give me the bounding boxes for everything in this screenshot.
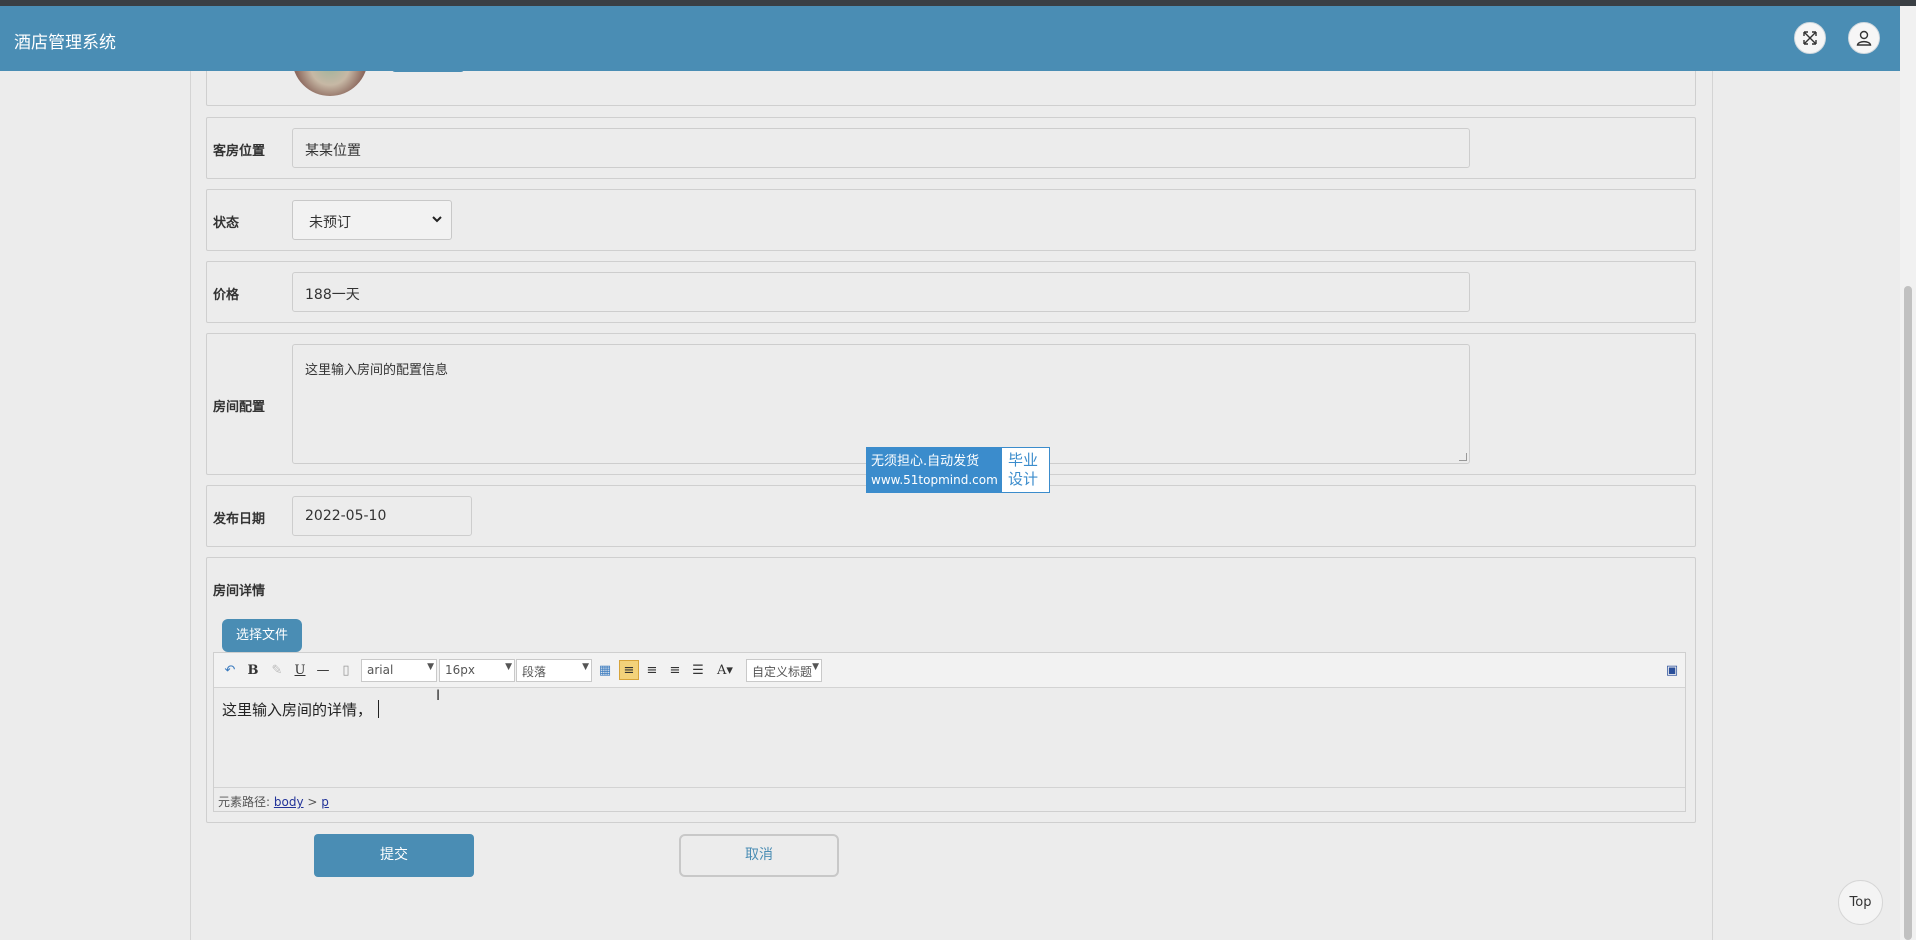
preview-icon[interactable]: ▣ — [1664, 660, 1680, 680]
caret-down-icon: ▼ — [812, 662, 819, 672]
location-label: 客房位置 — [213, 144, 266, 159]
app-header: 酒店管理系统 — [0, 6, 1900, 71]
watermark-line2: www.51topmind.com — [871, 473, 998, 487]
undo-icon[interactable]: ↶ — [222, 660, 238, 680]
cancel-button[interactable]: 取消 — [679, 834, 839, 877]
price-row: 价格 188一天 — [206, 261, 1696, 323]
align-left-icon[interactable]: ≡ — [619, 660, 639, 680]
watermark-right: 毕业 设计 — [1002, 448, 1049, 492]
back-to-top-button[interactable]: Top — [1838, 880, 1883, 925]
status-row: 状态 未预订 — [206, 189, 1696, 251]
font-color-icon[interactable]: A▾ — [713, 660, 737, 680]
date-input[interactable]: 2022-05-10 — [292, 496, 472, 536]
document-icon[interactable]: ▯ — [338, 660, 354, 680]
custom-title-value: 自定义标题 — [752, 665, 813, 679]
details-label: 房间详情 — [213, 584, 266, 599]
rich-text-editor: ↶ B ✎ U — ▯ arial ▼ 16px ▼ 段落 ▼ ▦ ≡ ≡ ≡ … — [213, 652, 1686, 812]
editor-toolbar: ↶ B ✎ U — ▯ arial ▼ 16px ▼ 段落 ▼ ▦ ≡ ≡ ≡ … — [214, 653, 1685, 688]
date-row: 发布日期 2022-05-10 — [206, 485, 1696, 547]
font-size-select[interactable]: 16px ▼ — [439, 659, 515, 682]
caret-down-icon: ▼ — [505, 662, 512, 672]
choose-file-button[interactable]: 选择文件 — [222, 619, 302, 652]
font-size-value: 16px — [445, 663, 475, 677]
align-justify-icon[interactable]: ☰ — [690, 660, 706, 680]
align-center-icon[interactable]: ≡ — [667, 660, 683, 680]
user-icon — [1856, 30, 1872, 46]
config-text: 这里输入房间的配置信息 — [305, 363, 449, 378]
font-family-value: arial — [367, 663, 394, 677]
page-scrollbar[interactable] — [1900, 6, 1916, 940]
scrollbar-thumb[interactable] — [1904, 286, 1912, 940]
watermark-right2: 设计 — [1008, 470, 1039, 488]
date-label: 发布日期 — [213, 512, 266, 527]
watermark-line1: 无须担心.自动发货 — [871, 454, 980, 469]
align-right-icon[interactable]: ≡ — [644, 660, 660, 680]
status-selected-value: 未预订 — [309, 215, 351, 231]
editor-text: 这里输入房间的详情， — [222, 701, 373, 719]
custom-title-select[interactable]: 自定义标题 ▼ — [746, 659, 822, 682]
mouse-ibeam-cursor-icon: I — [436, 688, 441, 704]
location-row: 客房位置 某某位置 — [206, 117, 1696, 179]
fullscreen-button[interactable] — [1794, 22, 1826, 54]
config-label: 房间配置 — [213, 400, 266, 415]
paragraph-value: 段落 — [522, 665, 547, 679]
underline-icon[interactable]: U — [292, 660, 308, 680]
path-body-link[interactable]: body — [274, 795, 304, 809]
caret-down-icon: ▼ — [582, 662, 589, 672]
config-textarea[interactable]: 这里输入房间的配置信息 — [292, 344, 1470, 464]
path-label: 元素路径: — [218, 795, 271, 809]
paragraph-select[interactable]: 段落 ▼ — [516, 659, 592, 682]
resize-grip-icon[interactable] — [1459, 453, 1467, 461]
app-title: 酒店管理系统 — [14, 33, 116, 53]
bold-icon[interactable]: B — [245, 660, 261, 680]
editor-content[interactable]: 这里输入房间的详情， — [222, 699, 380, 720]
watermark-badge: 无须担心.自动发货 www.51topmind.com 毕业 设计 — [866, 447, 1050, 493]
watermark-right1: 毕业 — [1008, 451, 1039, 469]
chevron-down-icon — [432, 216, 442, 223]
status-label: 状态 — [213, 216, 240, 231]
path-p-link[interactable]: p — [321, 795, 329, 809]
table-icon[interactable]: ▦ — [597, 660, 613, 680]
status-select[interactable]: 未预订 — [292, 200, 452, 240]
price-label: 价格 — [213, 288, 240, 303]
font-family-select[interactable]: arial ▼ — [361, 659, 437, 682]
watermark-left: 无须担心.自动发货 www.51topmind.com — [867, 448, 1002, 492]
horizontal-rule-icon[interactable]: — — [315, 660, 331, 680]
location-input[interactable]: 某某位置 — [292, 128, 1470, 168]
editor-element-path: 元素路径: body > p — [214, 787, 1685, 811]
price-input[interactable]: 188一天 — [292, 272, 1470, 312]
path-separator: > — [307, 795, 318, 809]
fullscreen-icon — [1803, 31, 1817, 45]
submit-button[interactable]: 提交 — [314, 834, 474, 877]
text-caret — [378, 700, 380, 718]
caret-down-icon: ▼ — [427, 662, 434, 672]
user-menu-button[interactable] — [1848, 22, 1880, 54]
format-painter-icon[interactable]: ✎ — [269, 660, 285, 680]
